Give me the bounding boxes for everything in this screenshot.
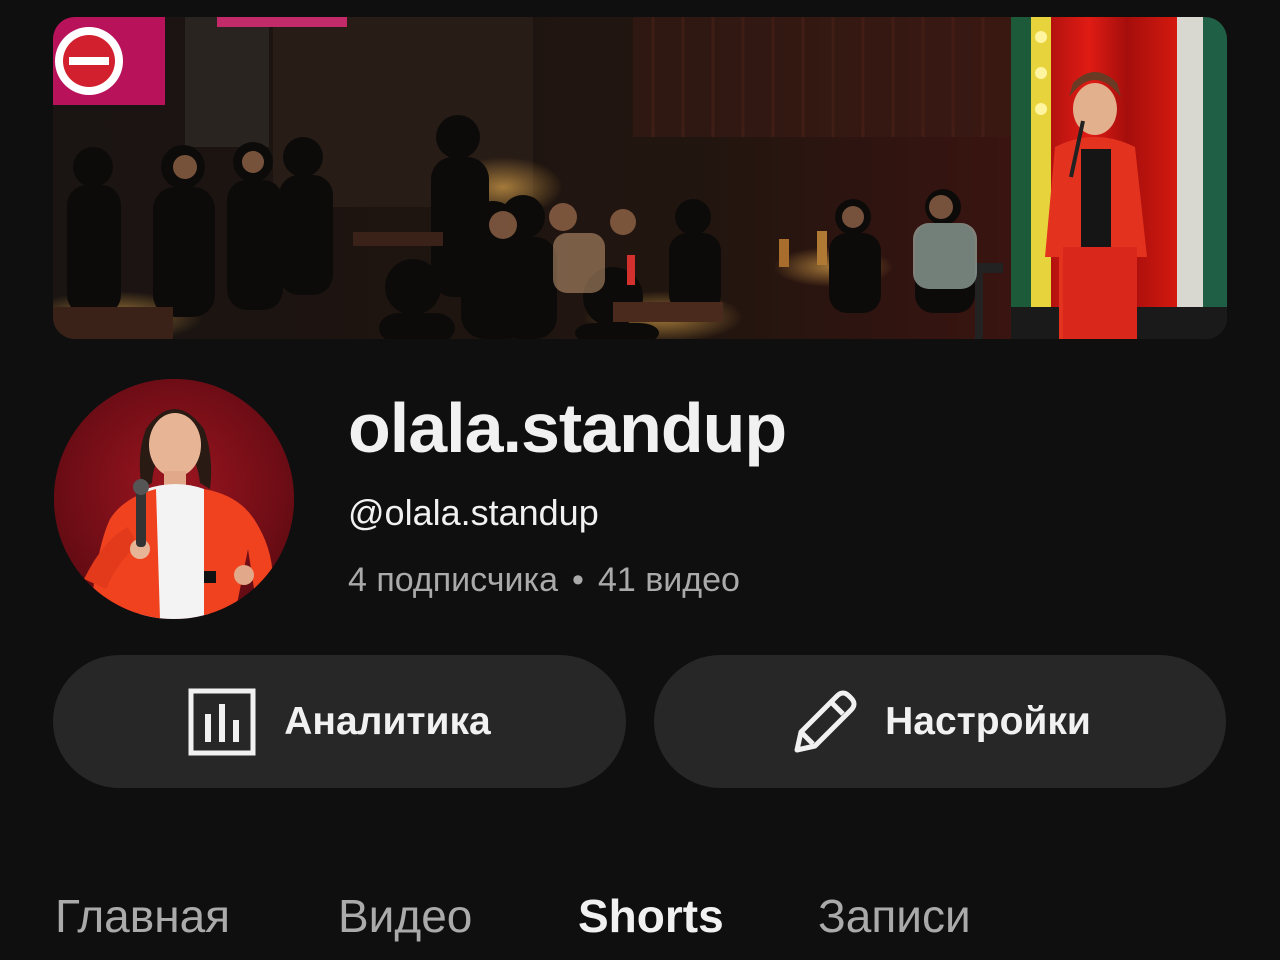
banner-image <box>53 17 1227 339</box>
channel-name: olala.standup <box>348 389 787 467</box>
pencil-icon <box>789 688 857 756</box>
analytics-label: Аналитика <box>284 699 491 743</box>
stats-separator: • <box>572 561 584 599</box>
analytics-button[interactable]: Аналитика <box>53 655 626 788</box>
analytics-icon <box>188 688 256 756</box>
channel-avatar[interactable] <box>54 379 294 619</box>
channel-page: olala.standup @olala.standup 4 подписчик… <box>0 0 1280 960</box>
tab-posts[interactable]: Записи <box>818 888 971 944</box>
channel-handle: @olala.standup <box>348 492 599 533</box>
tab-main[interactable]: Главная <box>55 888 230 944</box>
settings-label: Настройки <box>885 699 1091 743</box>
video-count: 41 видео <box>597 561 740 599</box>
subscriber-count: 4 подписчика <box>348 561 559 599</box>
settings-button[interactable]: Настройки <box>654 655 1226 788</box>
tab-videos[interactable]: Видео <box>338 888 472 944</box>
channel-banner <box>53 17 1227 339</box>
channel-stats: 4 подписчика • 41 видео <box>348 558 740 602</box>
tab-shorts[interactable]: Shorts <box>578 888 724 944</box>
avatar-image <box>54 379 294 619</box>
channel-tabs: Главная Видео Shorts Записи <box>0 880 1280 960</box>
